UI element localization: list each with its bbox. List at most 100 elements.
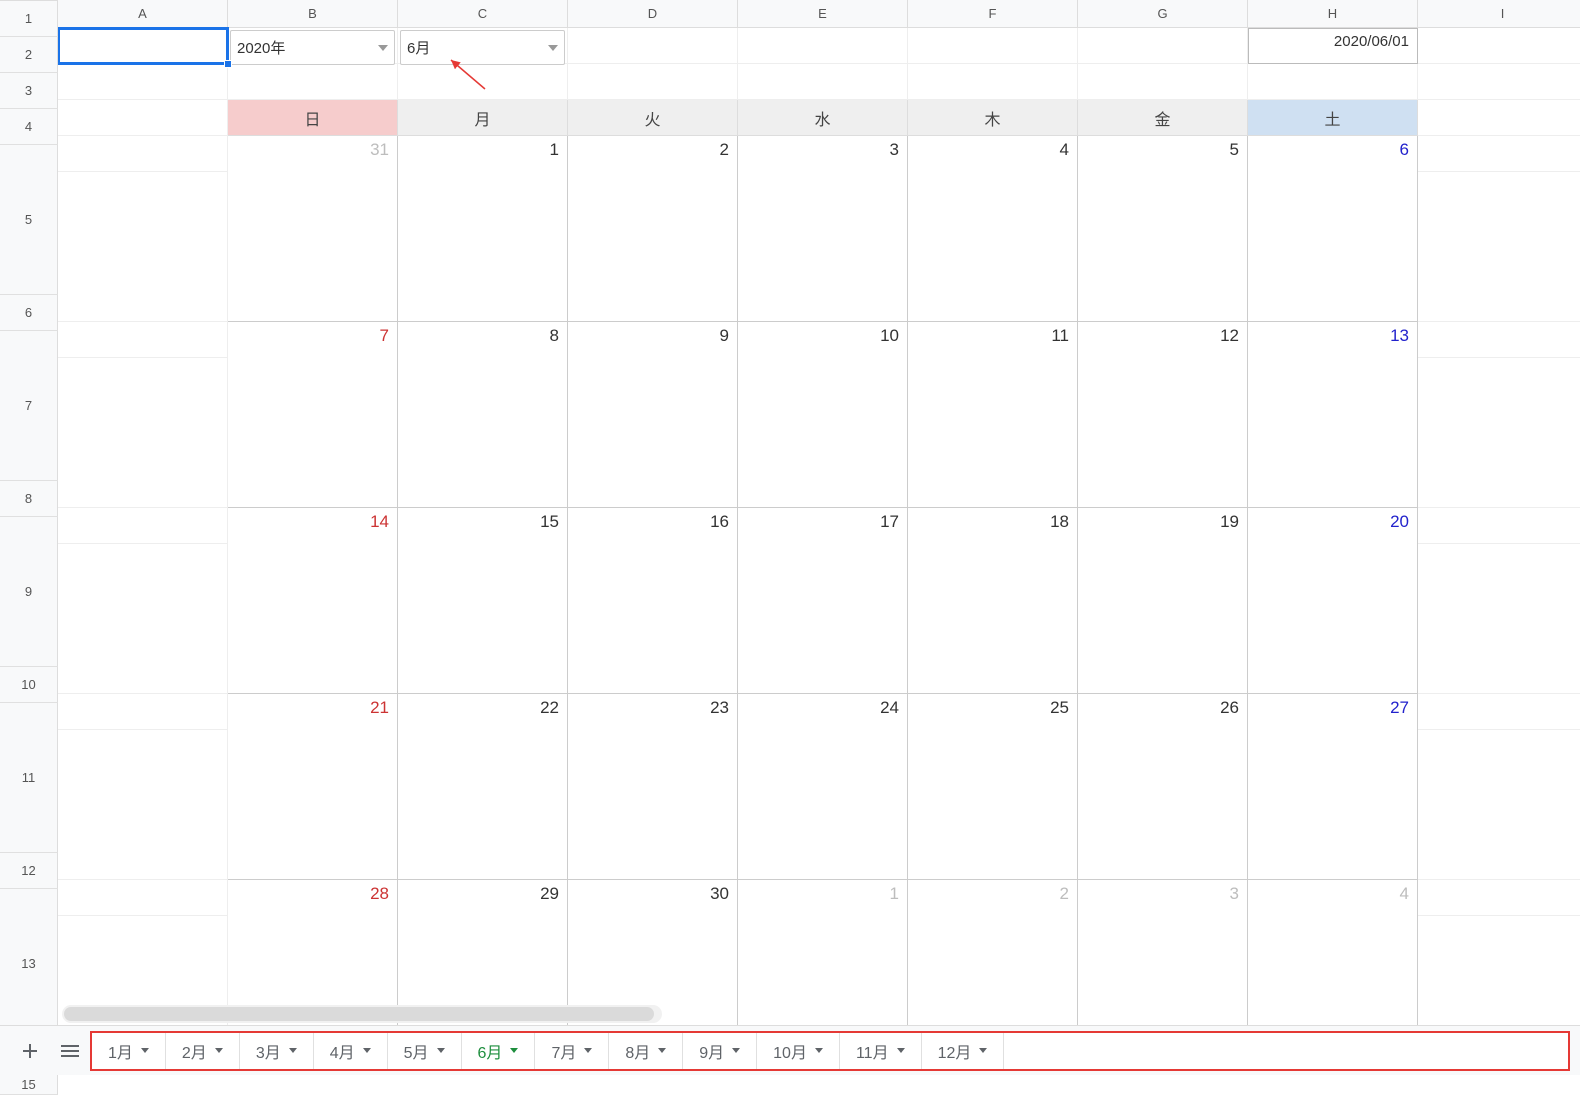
- col-header-F[interactable]: F: [908, 0, 1078, 28]
- calendar-day-body[interactable]: [908, 172, 1078, 322]
- calendar-day-body[interactable]: [398, 358, 568, 508]
- row-header-15[interactable]: 15: [0, 1075, 58, 1095]
- calendar-day-body[interactable]: [908, 730, 1078, 880]
- calendar-day-body[interactable]: [568, 172, 738, 322]
- date-cell[interactable]: 2020/06/01: [1248, 28, 1418, 64]
- scroll-thumb[interactable]: [64, 1007, 654, 1021]
- calendar-day-number[interactable]: 5: [1078, 136, 1248, 172]
- empty-cell[interactable]: [568, 28, 738, 64]
- calendar-day-number[interactable]: 2: [568, 136, 738, 172]
- calendar-day-number[interactable]: 3: [738, 136, 908, 172]
- calendar-day-body[interactable]: [1078, 358, 1248, 508]
- empty-cell[interactable]: [58, 508, 228, 544]
- chevron-down-icon[interactable]: [141, 1048, 149, 1053]
- calendar-day-body[interactable]: [398, 730, 568, 880]
- sheet-tab-10月[interactable]: 10月: [757, 1033, 840, 1069]
- calendar-day-body[interactable]: [228, 172, 398, 322]
- calendar-day-body[interactable]: [908, 916, 1078, 1025]
- empty-cell[interactable]: [1248, 64, 1418, 100]
- col-header-H[interactable]: H: [1248, 0, 1418, 28]
- empty-cell[interactable]: [58, 694, 228, 730]
- empty-cell[interactable]: [58, 100, 228, 136]
- row-header-4[interactable]: 4: [0, 109, 58, 145]
- empty-cell[interactable]: [738, 64, 908, 100]
- chevron-down-icon[interactable]: [584, 1048, 592, 1053]
- empty-cell[interactable]: [398, 64, 568, 100]
- calendar-day-body[interactable]: [738, 916, 908, 1025]
- col-header-C[interactable]: C: [398, 0, 568, 28]
- sheet-tab-5月[interactable]: 5月: [388, 1033, 462, 1069]
- col-header-A[interactable]: A: [58, 0, 228, 28]
- empty-cell[interactable]: [1418, 28, 1580, 64]
- chevron-down-icon[interactable]: [658, 1048, 666, 1053]
- calendar-day-body[interactable]: [398, 172, 568, 322]
- add-sheet-button[interactable]: [10, 1031, 50, 1071]
- empty-cell[interactable]: [1078, 28, 1248, 64]
- calendar-day-number[interactable]: 6: [1248, 136, 1418, 172]
- calendar-day-number[interactable]: 7: [228, 322, 398, 358]
- calendar-day-number[interactable]: 31: [228, 136, 398, 172]
- empty-cell[interactable]: [1418, 136, 1580, 172]
- empty-cell[interactable]: [1418, 358, 1580, 508]
- col-header-E[interactable]: E: [738, 0, 908, 28]
- empty-cell[interactable]: [1418, 880, 1580, 916]
- calendar-day-number[interactable]: 13: [1248, 322, 1418, 358]
- chevron-down-icon[interactable]: [815, 1048, 823, 1053]
- sheet-tab-9月[interactable]: 9月: [683, 1033, 757, 1069]
- calendar-day-number[interactable]: 1: [398, 136, 568, 172]
- empty-cell[interactable]: [1418, 508, 1580, 544]
- calendar-day-body[interactable]: [738, 358, 908, 508]
- calendar-day-number[interactable]: 20: [1248, 508, 1418, 544]
- calendar-day-body[interactable]: [1078, 916, 1248, 1025]
- calendar-day-number[interactable]: 4: [908, 136, 1078, 172]
- col-header-B[interactable]: B: [228, 0, 398, 28]
- horizontal-scrollbar[interactable]: [62, 1005, 662, 1023]
- year-dropdown-cell[interactable]: 2020年: [228, 28, 398, 64]
- empty-cell[interactable]: [58, 544, 228, 694]
- weekday-header[interactable]: 土: [1248, 100, 1418, 136]
- calendar-day-body[interactable]: [228, 544, 398, 694]
- empty-cell[interactable]: [1418, 64, 1580, 100]
- chevron-down-icon[interactable]: [363, 1048, 371, 1053]
- calendar-day-body[interactable]: [1248, 730, 1418, 880]
- sheet-tab-12月[interactable]: 12月: [922, 1033, 1005, 1069]
- row-header-10[interactable]: 10: [0, 667, 58, 703]
- chevron-down-icon[interactable]: [289, 1048, 297, 1053]
- row-header-7[interactable]: 7: [0, 331, 58, 481]
- chevron-down-icon[interactable]: [979, 1048, 987, 1053]
- chevron-down-icon[interactable]: [732, 1048, 740, 1053]
- empty-cell[interactable]: [58, 172, 228, 322]
- row-header-2[interactable]: 2: [0, 37, 58, 73]
- sheet-tab-4月[interactable]: 4月: [314, 1033, 388, 1069]
- calendar-day-number[interactable]: 30: [568, 880, 738, 916]
- calendar-day-body[interactable]: [908, 358, 1078, 508]
- calendar-day-body[interactable]: [908, 544, 1078, 694]
- empty-cell[interactable]: [1418, 544, 1580, 694]
- chevron-down-icon[interactable]: [437, 1048, 445, 1053]
- calendar-day-body[interactable]: [1248, 358, 1418, 508]
- calendar-day-number[interactable]: 1: [738, 880, 908, 916]
- calendar-day-body[interactable]: [1248, 916, 1418, 1025]
- empty-cell[interactable]: [58, 322, 228, 358]
- empty-cell[interactable]: [1418, 172, 1580, 322]
- weekday-header[interactable]: 月: [398, 100, 568, 136]
- sheet-tab-11月[interactable]: 11月: [840, 1033, 922, 1069]
- chevron-down-icon[interactable]: [510, 1048, 518, 1053]
- col-header-I[interactable]: I: [1418, 0, 1580, 28]
- calendar-day-number[interactable]: 17: [738, 508, 908, 544]
- calendar-day-number[interactable]: 22: [398, 694, 568, 730]
- calendar-day-body[interactable]: [228, 358, 398, 508]
- all-sheets-menu[interactable]: [50, 1031, 90, 1071]
- calendar-day-number[interactable]: 14: [228, 508, 398, 544]
- cell-A1[interactable]: [58, 28, 228, 64]
- calendar-day-number[interactable]: 28: [228, 880, 398, 916]
- calendar-day-number[interactable]: 9: [568, 322, 738, 358]
- calendar-day-number[interactable]: 19: [1078, 508, 1248, 544]
- calendar-day-body[interactable]: [568, 730, 738, 880]
- calendar-day-number[interactable]: 25: [908, 694, 1078, 730]
- weekday-header[interactable]: 水: [738, 100, 908, 136]
- calendar-day-number[interactable]: 29: [398, 880, 568, 916]
- sheet-tab-1月[interactable]: 1月: [92, 1033, 166, 1069]
- empty-cell[interactable]: [58, 64, 228, 100]
- empty-cell[interactable]: [58, 880, 228, 916]
